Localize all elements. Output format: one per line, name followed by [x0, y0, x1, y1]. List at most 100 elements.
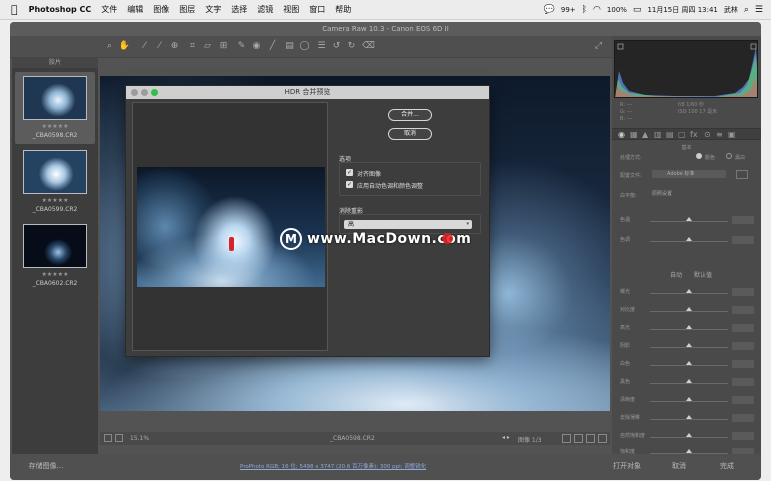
red-eye-icon[interactable]: ◉: [250, 40, 263, 53]
fullscreen-icon[interactable]: ⤢: [592, 40, 605, 53]
dialog-cancel-button[interactable]: 取消: [388, 128, 432, 140]
close-window-icon[interactable]: [131, 89, 138, 96]
align-images-checkbox[interactable]: ✓: [346, 169, 353, 176]
menu-edit[interactable]: 编辑: [127, 4, 143, 15]
clock[interactable]: 11月15日 周四 13:41: [647, 5, 717, 15]
slider-track[interactable]: [650, 329, 728, 330]
auto-button[interactable]: 自动: [670, 270, 682, 279]
slider-track[interactable]: [650, 293, 728, 294]
tab-split-icon[interactable]: ▤: [666, 130, 674, 139]
zoom-window-icon[interactable]: [151, 89, 158, 96]
slider-handle[interactable]: [686, 415, 692, 419]
slider-handle[interactable]: [686, 397, 692, 401]
apple-icon[interactable]: : [11, 3, 18, 16]
user-name[interactable]: 武林: [724, 5, 738, 15]
slider-value-field[interactable]: [732, 342, 754, 350]
slider-handle[interactable]: [686, 217, 692, 221]
slider-track[interactable]: [650, 311, 728, 312]
menu-file[interactable]: 文件: [101, 4, 117, 15]
zoom-tool-icon[interactable]: ⌕: [103, 40, 116, 53]
menu-view[interactable]: 视图: [283, 4, 299, 15]
menu-help[interactable]: 帮助: [335, 4, 351, 15]
zoom-level[interactable]: 15.1%: [130, 435, 149, 442]
save-image-button[interactable]: 存储图像...: [18, 458, 74, 475]
spot-removal-icon[interactable]: ✎: [235, 40, 248, 53]
slider-handle[interactable]: [686, 325, 692, 329]
graduated-filter-icon[interactable]: ▤: [283, 40, 296, 53]
profile-browser-icon[interactable]: [736, 170, 748, 179]
menu-image[interactable]: 图像: [153, 4, 169, 15]
slider-track[interactable]: [650, 221, 728, 222]
treatment-bw-radio[interactable]: [726, 153, 732, 159]
filmstrip-item-2[interactable]: ★★★★★ _CBA0599.CR2: [15, 146, 95, 218]
slider-handle[interactable]: [686, 361, 692, 365]
white-balance-tool-icon[interactable]: ⁄: [138, 40, 151, 53]
rotate-left-icon[interactable]: ↺: [330, 40, 343, 53]
open-object-button[interactable]: 打开对象: [605, 458, 649, 475]
slider-value-field[interactable]: [732, 306, 754, 314]
bluetooth-icon[interactable]: ᛒ: [582, 5, 587, 15]
star-rating[interactable]: ★★★★★: [15, 271, 95, 278]
filmstrip-item-3[interactable]: ★★★★★ _CBA0602.CR2: [15, 220, 95, 292]
tab-detail-icon[interactable]: ▲: [642, 130, 648, 139]
tab-hsl-icon[interactable]: ▥: [654, 130, 662, 139]
slider-value-field[interactable]: [732, 432, 754, 440]
hand-tool-icon[interactable]: ✋: [118, 40, 131, 53]
color-sampler-icon[interactable]: ⁄: [153, 40, 166, 53]
crop-tool-icon[interactable]: ⌗: [186, 40, 199, 53]
slider-track[interactable]: [650, 437, 728, 438]
slider-value-field[interactable]: [732, 396, 754, 404]
filmstrip-item-1[interactable]: ★★★★★ _CBA0598.CR2: [15, 72, 95, 144]
menu-type[interactable]: 文字: [205, 4, 221, 15]
battery-icon[interactable]: ▭: [633, 5, 642, 15]
tab-basic-icon[interactable]: ◉: [618, 130, 625, 139]
slider-value-field[interactable]: [732, 236, 754, 244]
slider-track[interactable]: [650, 347, 728, 348]
slider-track[interactable]: [650, 419, 728, 420]
menu-layer[interactable]: 图层: [179, 4, 195, 15]
slider-value-field[interactable]: [732, 324, 754, 332]
rotate-right-icon[interactable]: ↻: [345, 40, 358, 53]
slider-track[interactable]: [650, 401, 728, 402]
slider-handle[interactable]: [686, 289, 692, 293]
view-compare-icon[interactable]: [574, 434, 583, 443]
tab-curve-icon[interactable]: ▦: [630, 130, 638, 139]
radial-filter-icon[interactable]: ◯: [298, 40, 311, 53]
slider-handle[interactable]: [686, 379, 692, 383]
slider-handle[interactable]: [686, 343, 692, 347]
menu-filter[interactable]: 滤镜: [257, 4, 273, 15]
target-adjust-icon[interactable]: ⊕: [168, 40, 181, 53]
slider-track[interactable]: [650, 383, 728, 384]
adjustment-brush-icon[interactable]: ╱: [266, 40, 279, 53]
done-button[interactable]: 完成: [710, 458, 744, 475]
slider-handle[interactable]: [686, 307, 692, 311]
default-button[interactable]: 默认值: [694, 270, 712, 279]
tab-snapshots-icon[interactable]: ▣: [728, 130, 736, 139]
slider-handle[interactable]: [686, 433, 692, 437]
menu-select[interactable]: 选择: [231, 4, 247, 15]
minimize-window-icon[interactable]: [141, 89, 148, 96]
star-rating[interactable]: ★★★★★: [15, 123, 95, 130]
slider-value-field[interactable]: [732, 414, 754, 422]
slider-value-field[interactable]: [732, 288, 754, 296]
wifi-icon[interactable]: ◠: [593, 5, 601, 15]
menu-app-name[interactable]: Photoshop CC: [29, 5, 92, 14]
tab-fx-icon[interactable]: fx: [690, 130, 698, 139]
treatment-color-radio[interactable]: [696, 153, 702, 159]
slider-handle[interactable]: [686, 237, 692, 241]
wechat-icon[interactable]: 💬: [544, 5, 555, 15]
trash-icon[interactable]: ⌫: [362, 40, 375, 53]
view-single-icon[interactable]: [562, 434, 571, 443]
menu-window[interactable]: 窗口: [309, 4, 325, 15]
merge-button[interactable]: 合并...: [388, 109, 432, 121]
transform-tool-icon[interactable]: ⊞: [217, 40, 230, 53]
straighten-tool-icon[interactable]: ▱: [201, 40, 214, 53]
slider-value-field[interactable]: [732, 378, 754, 386]
tab-lens-icon[interactable]: ▢: [678, 130, 686, 139]
tab-calibration-icon[interactable]: ⊙: [704, 130, 711, 139]
wb-select[interactable]: 原照设置: [652, 190, 712, 198]
slider-handle[interactable]: [686, 449, 692, 453]
slider-track[interactable]: [650, 365, 728, 366]
zoom-out-icon[interactable]: [115, 434, 123, 442]
prev-next-icon[interactable]: ◂ ▸: [502, 434, 510, 441]
